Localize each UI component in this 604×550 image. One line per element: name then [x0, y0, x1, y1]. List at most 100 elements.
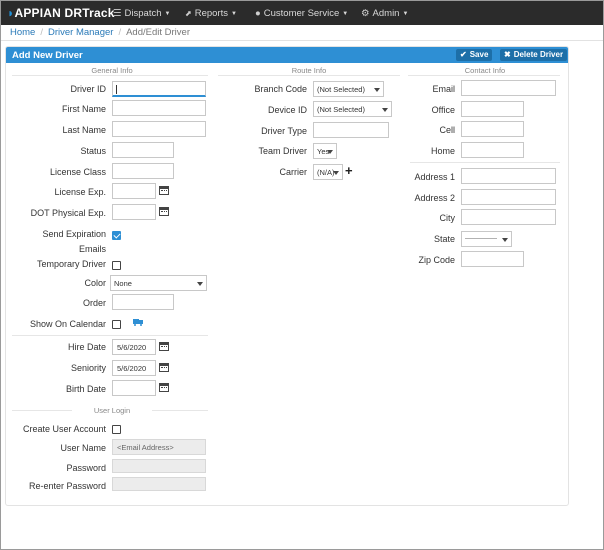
truck-icon	[133, 319, 143, 326]
nav-admin[interactable]: ⚙ Admin ▼	[361, 8, 408, 19]
breadcrumb-home[interactable]: Home	[10, 27, 35, 38]
nav-customer-service[interactable]: ● Customer Service ▼	[255, 8, 348, 19]
color-label: Color	[84, 278, 106, 288]
calendar-icon[interactable]	[157, 183, 171, 199]
check-icon: ✔	[460, 50, 467, 59]
nav-dispatch[interactable]: ☰ Dispatch ▼	[113, 8, 170, 19]
caret-down-icon: ▼	[164, 11, 171, 17]
section-divider	[408, 75, 560, 76]
state-select-value: ----------------	[465, 236, 497, 242]
calendar-icon[interactable]	[157, 339, 171, 355]
last-name-input[interactable]	[112, 121, 206, 137]
dot-physical-exp-input[interactable]	[112, 204, 156, 220]
chevron-down-icon	[333, 171, 339, 175]
state-select[interactable]: ----------------	[461, 231, 512, 247]
logo-brand: APPIAN	[14, 6, 61, 20]
chart-icon: ⬈	[185, 9, 192, 18]
driver-id-label: Driver ID	[70, 84, 107, 94]
cell-input[interactable]	[461, 121, 524, 137]
address1-input[interactable]	[461, 168, 556, 184]
driver-id-input[interactable]	[112, 81, 206, 97]
driver-type-input[interactable]	[313, 122, 389, 138]
dot-physical-exp-label: DOT Physical Exp.	[30, 208, 106, 218]
save-button[interactable]: ✔ Save	[456, 49, 493, 61]
birth-date-input[interactable]	[112, 380, 156, 396]
address1-label: Address 1	[414, 172, 455, 182]
breadcrumb-separator: /	[40, 27, 43, 38]
email-label: Email	[432, 84, 455, 94]
send-expiration-emails-checkbox[interactable]	[112, 231, 121, 240]
zip-code-label: Zip Code	[418, 255, 455, 265]
send-expiration-label-line2: Emails	[78, 244, 106, 254]
app-logo[interactable]: ◗APPIAN DRTrack	[7, 6, 115, 20]
show-on-calendar-checkbox[interactable]	[112, 320, 121, 329]
panel-header: Add New Driver ✔ Save ✖ Delete Driver	[6, 47, 568, 63]
show-on-calendar-label: Show On Calendar	[29, 319, 106, 329]
order-input[interactable]	[112, 294, 174, 310]
license-exp-input[interactable]	[112, 183, 156, 199]
address2-label: Address 2	[414, 193, 455, 203]
password-input[interactable]	[112, 459, 206, 473]
hire-date-input[interactable]: 5/6/2020	[112, 339, 156, 355]
cell-label: Cell	[439, 125, 455, 135]
text-cursor	[116, 85, 117, 94]
zip-code-input[interactable]	[461, 251, 524, 267]
section-divider	[152, 410, 208, 411]
city-input[interactable]	[461, 209, 556, 225]
nav-reports[interactable]: ⬈ Reports ▼	[185, 8, 237, 19]
send-expiration-label: Send Expiration	[42, 229, 106, 239]
top-navbar: ◗APPIAN DRTrack ☰ Dispatch ▼ ⬈ Reports ▼ ● Cu…	[1, 1, 603, 25]
chevron-down-icon	[502, 238, 508, 242]
home-label: Home	[430, 146, 455, 156]
user-name-input[interactable]: <Email Address>	[112, 439, 206, 455]
color-select[interactable]: None	[110, 275, 207, 291]
reenter-password-label: Re-enter Password	[28, 481, 106, 491]
home-input[interactable]	[461, 142, 524, 158]
status-input[interactable]	[112, 142, 174, 158]
license-class-input[interactable]	[112, 163, 174, 179]
order-label: Order	[82, 298, 106, 308]
first-name-input[interactable]	[112, 100, 206, 116]
create-user-account-checkbox[interactable]	[112, 425, 121, 434]
create-user-account-label: Create User Account	[22, 424, 106, 434]
panel-title: Add New Driver	[12, 50, 83, 61]
city-label: City	[439, 213, 456, 223]
first-name-label: First Name	[61, 104, 106, 114]
team-driver-select[interactable]: Yes	[313, 143, 337, 159]
calendar-icon[interactable]	[157, 380, 171, 396]
reenter-password-input[interactable]	[112, 477, 206, 491]
section-divider	[218, 75, 400, 76]
delete-driver-button[interactable]: ✖ Delete Driver	[500, 49, 568, 61]
seniority-input[interactable]: 5/6/2020	[112, 360, 156, 376]
section-contact-info: Contact Info	[464, 66, 506, 75]
device-id-select[interactable]: (Not Selected)	[313, 101, 392, 117]
user-name-label: User Name	[60, 443, 106, 453]
calendar-icon[interactable]	[157, 360, 171, 376]
carrier-value: (N/A)	[317, 168, 335, 177]
carrier-select[interactable]: (N/A)	[313, 164, 343, 180]
gear-icon: ⚙	[361, 8, 370, 19]
color-select-value: None	[114, 279, 132, 288]
team-driver-label: Team Driver	[258, 146, 307, 156]
address2-input[interactable]	[461, 189, 556, 205]
branch-code-value: (Not Selected)	[317, 85, 365, 94]
section-divider	[12, 75, 208, 76]
breadcrumb-separator: /	[118, 27, 122, 38]
breadcrumb-divider	[1, 40, 603, 41]
device-id-value: (Not Selected)	[317, 105, 365, 114]
chevron-down-icon	[374, 88, 380, 92]
section-divider	[410, 162, 560, 163]
email-input[interactable]	[461, 80, 556, 96]
chevron-down-icon	[327, 150, 333, 154]
calendar-icon[interactable]	[157, 204, 171, 220]
section-route-info: Route Info	[291, 66, 327, 75]
breadcrumb-driver-manager[interactable]: Driver Manager	[48, 27, 113, 38]
nav-reports-label: Reports	[194, 8, 228, 19]
section-user-login: User Login	[93, 406, 131, 415]
temporary-driver-checkbox[interactable]	[112, 261, 121, 270]
section-divider	[12, 410, 72, 411]
license-exp-label: License Exp.	[54, 187, 106, 197]
add-carrier-icon[interactable]: +	[345, 164, 353, 177]
branch-code-select[interactable]: (Not Selected)	[313, 81, 384, 97]
office-input[interactable]	[461, 101, 524, 117]
